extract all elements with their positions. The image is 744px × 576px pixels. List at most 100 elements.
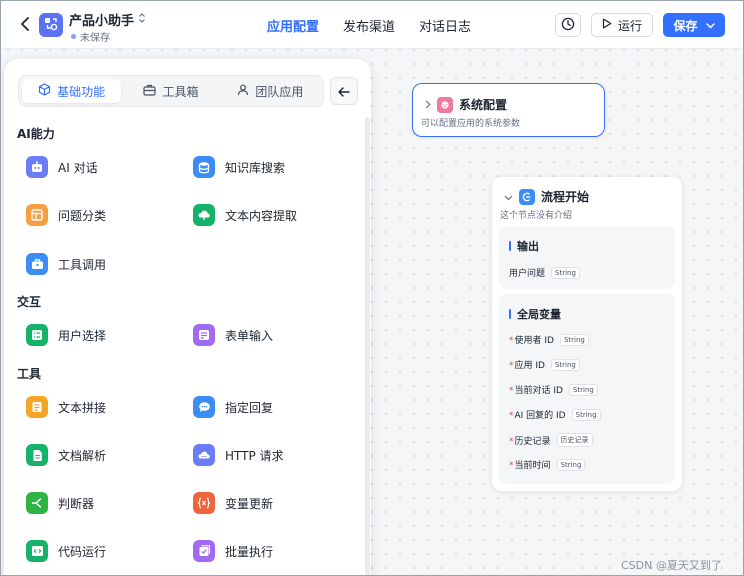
section-title-interaction: 交互 [17,295,42,309]
node-item-doc-parse[interactable]: 文档解析 [26,444,106,466]
tab-basic-functions[interactable]: 基础功能 [22,79,122,103]
type-tag: String [568,383,598,396]
node-item-batch-run[interactable]: 批量执行 [193,540,273,562]
node-item-form-input[interactable]: 表单输入 [193,324,273,346]
start-node-icon [519,188,535,205]
node-item-condition[interactable]: 判断器 [26,492,94,514]
required-mark: * [509,336,514,346]
required-mark: * [509,436,514,447]
required-mark: * [509,411,514,421]
robot-icon [26,156,48,178]
global-var-name: AI 回复的 ID [514,411,566,421]
global-var-name: 使用者 ID [514,336,554,346]
node-item-http-request[interactable]: HTTP 请求 [193,444,284,466]
back-button[interactable] [15,15,35,35]
app-avatar [39,13,63,37]
output-title-text: 输出 [517,240,539,253]
node-library-panel: 基础功能 工具箱 团队应用 AI能力 AI 对话 知识库搜索 问题分类 文本内容… [4,59,371,575]
node-item-label: HTTP 请求 [225,448,284,463]
toolbox-icon [143,84,157,99]
workflow-start-node[interactable]: 流程开始 这个节点没有介绍 输出 用户问题 String 全局变量 *使用者 I… [492,177,682,491]
app-logo-icon [44,16,58,35]
section-bar [509,309,511,319]
chevron-down-icon[interactable] [504,190,513,204]
node-item-label: 批量执行 [225,544,274,559]
history-button[interactable] [555,13,581,37]
node-item-label: 知识库搜索 [225,160,286,175]
system-config-header: 系统配置 [425,96,507,113]
batch-icon [193,540,215,562]
node-item-user-select[interactable]: 用户选择 [26,324,106,346]
save-button-label: 保存 [673,18,698,33]
node-item-label: 用户选择 [58,328,107,343]
output-section: 输出 用户问题 String [499,226,675,289]
panel-tabs: 基础功能 工具箱 团队应用 [18,75,324,107]
system-config-node[interactable]: 系统配置 可以配置应用的系统参数 [412,83,605,137]
chevron-down-icon [705,18,715,32]
nav-app-config[interactable]: 应用配置 [267,16,319,35]
nav-publish-channel[interactable]: 发布渠道 [343,16,395,35]
save-status-text: 未保存 [80,33,110,44]
system-config-desc: 可以配置应用的系统参数 [421,119,521,129]
type-tag: String [551,266,580,279]
form-icon [193,324,215,346]
node-item-label: 判断器 [58,496,95,511]
layout-icon [26,204,48,226]
tab-toolbox[interactable]: 工具箱 [121,79,220,103]
cloud-icon [193,204,215,226]
toolbox-icon [26,253,48,275]
node-item-label: 文本内容提取 [225,208,298,223]
node-item-label: 问题分类 [58,208,107,223]
watermark: CSDN @夏天又到了 [621,559,722,572]
node-item-code-run[interactable]: 代码运行 [26,540,106,562]
tab-team-apps[interactable]: 团队应用 [221,79,320,103]
global-variables-section: 全局变量 *使用者 ID String *应用 ID String *当前对话 … [499,294,675,484]
main-nav: 应用配置 发布渠道 对话日志 [267,16,471,35]
node-item-label: AI 对话 [58,160,98,175]
node-item-text-concat[interactable]: 文本拼接 [26,396,106,418]
chat-icon [193,396,215,418]
cube-icon [38,83,51,99]
collapse-panel-button[interactable] [330,77,358,105]
global-var-name: 当前时间 [514,461,551,471]
node-item-ai-chat[interactable]: AI 对话 [26,156,98,178]
text-icon [26,396,48,418]
node-item-label: 工具调用 [58,257,107,272]
variable-icon [193,492,215,514]
section-title-ai: AI能力 [17,127,55,141]
save-button[interactable]: 保存 [663,13,725,37]
chevron-updown-icon[interactable] [138,12,146,28]
branch-icon [26,492,48,514]
tab-label: 团队应用 [255,84,304,99]
app-name[interactable]: 产品小助手 [69,10,146,29]
chevron-right-icon[interactable] [425,98,431,112]
tab-label: 基础功能 [57,84,106,99]
panel-scrollbar[interactable] [365,117,370,575]
global-var-row: *历史记录 历史记录 [509,433,593,447]
node-item-label: 变量更新 [225,496,274,511]
node-item-variable-update[interactable]: 变量更新 [193,492,273,514]
node-item-tool-call[interactable]: 工具调用 [26,253,106,275]
chevron-left-icon [20,16,30,35]
type-tag: String [559,333,589,346]
play-icon [602,18,612,32]
global-var-name: 当前对话 ID [514,386,563,396]
arrow-left-icon [338,82,350,101]
database-icon [193,156,215,178]
section-bar [509,241,511,251]
node-item-label: 文档解析 [58,448,107,463]
global-var-name: 历史记录 [514,436,551,447]
clock-icon [561,16,575,35]
nav-chat-logs[interactable]: 对话日志 [419,16,471,35]
node-item-specified-reply[interactable]: 指定回复 [193,396,273,418]
save-status: 未保存 [71,29,110,44]
node-item-knowledge-search[interactable]: 知识库搜索 [193,156,285,178]
system-config-title: 系统配置 [459,98,508,112]
run-button[interactable]: 运行 [591,13,653,37]
required-mark: * [509,386,514,396]
node-item-question-classify[interactable]: 问题分类 [26,204,106,226]
global-var-row: *当前对话 ID String [509,383,598,396]
node-item-text-extract[interactable]: 文本内容提取 [193,204,297,226]
app-frame: 产品小助手 未保存 应用配置 发布渠道 对话日志 运行 保存 基础功能 工具箱 … [0,0,744,576]
http-icon [193,444,215,466]
